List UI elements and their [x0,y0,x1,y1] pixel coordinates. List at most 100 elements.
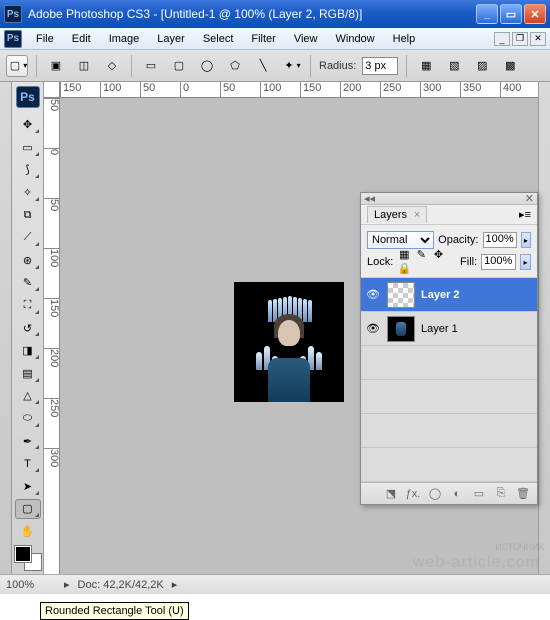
app-icon: Ps [4,5,22,23]
blend-mode-select[interactable]: Normal [367,231,434,249]
fill-pixels-icon[interactable]: ◇ [101,55,123,77]
ruler-vertical[interactable]: 50050100150200250300 [44,98,60,574]
pen-tool[interactable]: ✒ [15,431,41,452]
path-select-tool[interactable]: ➤ [15,476,41,497]
link-icon[interactable]: ⬔ [383,487,399,500]
close-button[interactable]: ✕ [524,4,546,24]
opacity-arrow-icon[interactable]: ▸ [521,232,531,248]
menu-edit[interactable]: Edit [64,31,99,47]
color-swatch[interactable] [15,546,41,570]
stamp-tool[interactable]: ⛶ [15,295,41,316]
menu-window[interactable]: Window [328,31,383,47]
canvas-image [244,292,334,402]
fill-input[interactable]: 100% [481,254,516,270]
opacity-input[interactable]: 100% [483,232,517,248]
lasso-tool[interactable]: ⟆ [15,160,41,181]
layer-row[interactable]: 👁 Layer 2 [361,278,537,312]
line-icon[interactable]: ╲ [252,55,274,77]
layer-name-label: Layer 2 [421,289,460,301]
menu-file[interactable]: File [28,31,62,47]
menu-image[interactable]: Image [101,31,148,47]
layer-thumb-icon[interactable] [387,316,415,342]
right-palette-well[interactable] [538,82,550,574]
mode-add-icon[interactable]: ▧ [443,55,465,77]
heal-tool[interactable]: ⊛ [15,250,41,271]
polygon-icon[interactable]: ⬠ [224,55,246,77]
doc-minimize-button[interactable]: _ [494,32,510,46]
layers-tab-label: Layers [374,209,407,221]
fg-color-icon[interactable] [15,546,31,562]
custom-shape-icon[interactable]: ✦ [280,55,302,77]
ruler-horizontal[interactable]: 15010050050100150200250300350400 [60,82,538,98]
new-layer-icon[interactable]: ⎘ [493,487,509,500]
ruler-origin[interactable] [44,82,60,98]
shape-tool-preset[interactable]: ▢ [6,55,28,77]
eraser-tool[interactable]: ◨ [15,340,41,361]
menu-select[interactable]: Select [195,31,242,47]
lock-pixels-icon[interactable]: ✎ [414,248,428,262]
mode-intersect-icon[interactable]: ▩ [499,55,521,77]
paths-icon[interactable]: ◫ [73,55,95,77]
panel-menu-icon[interactable]: ▸≡ [519,208,531,221]
menu-help[interactable]: Help [385,31,424,47]
marquee-tool[interactable]: ▭ [15,137,41,158]
brush-tool[interactable]: ✎ [15,273,41,294]
left-palette-well[interactable] [0,82,12,574]
radius-input[interactable] [362,57,398,75]
layers-tab[interactable]: Layers × [367,206,427,223]
tab-close-icon[interactable]: × [414,209,420,221]
panel-close-icon[interactable]: ✕ [525,192,534,205]
layer-thumb-icon[interactable] [387,282,415,308]
trash-icon[interactable]: 🗑 [515,487,531,500]
dodge-tool[interactable]: ⬭ [15,408,41,429]
lock-all-icon[interactable]: 🔒 [397,262,411,276]
ps-badge-icon: Ps [4,30,22,48]
mask-icon[interactable]: ◯ [427,487,443,500]
menu-filter[interactable]: Filter [243,31,283,47]
adjust-icon[interactable]: ◐ [449,488,465,500]
fx-icon[interactable]: ƒx. [405,488,421,500]
lock-position-icon[interactable]: ✥ [431,248,445,262]
lock-transparent-icon[interactable]: ▦ [397,248,411,262]
doc-restore-button[interactable]: ❐ [512,32,528,46]
slice-tool[interactable]: ⟋ [15,227,41,248]
group-icon[interactable]: ▭ [471,487,487,500]
history-brush-tool[interactable]: ↺ [15,318,41,339]
window-title: Adobe Photoshop CS3 - [Untitled-1 @ 100%… [28,7,476,21]
wand-tool[interactable]: ✧ [15,182,41,203]
zoom-field[interactable]: 100% [6,579,56,591]
doc-info-arrow-icon[interactable]: ▸ [172,578,178,591]
tool-tooltip: Rounded Rectangle Tool (U) [40,602,189,620]
fill-label: Fill: [460,256,477,268]
lock-label: Lock: [367,256,393,268]
shape-tool[interactable]: ▢ [15,499,41,520]
doc-info: Doc: 42,2K/42,2K [78,579,164,591]
shape-layers-icon[interactable]: ▣ [45,55,67,77]
maximize-button[interactable]: ▭ [500,4,522,24]
mode-create-icon[interactable]: ▦ [415,55,437,77]
gradient-tool[interactable]: ▤ [15,363,41,384]
panel-collapse-icon[interactable]: ◂◂ [364,192,375,205]
menu-layer[interactable]: Layer [149,31,193,47]
minimize-button[interactable]: _ [476,4,498,24]
crop-tool[interactable]: ⧉ [15,205,41,226]
doc-close-button[interactable]: ✕ [530,32,546,46]
visibility-icon[interactable]: 👁 [365,287,381,303]
ellipse-icon[interactable]: ◯ [196,55,218,77]
menu-view[interactable]: View [286,31,326,47]
visibility-icon[interactable]: 👁 [365,321,381,337]
move-tool[interactable]: ✥ [15,114,41,135]
canvas[interactable] [234,282,344,402]
blur-tool[interactable]: △ [15,386,41,407]
zoom-arrow-icon[interactable]: ▸ [64,578,70,591]
rectangle-icon[interactable]: ▭ [140,55,162,77]
layers-panel[interactable]: ◂◂ ✕ Layers × ▸≡ Normal Opacity: 100% ▸ … [360,192,538,505]
mode-subtract-icon[interactable]: ▨ [471,55,493,77]
toolbox-logo-icon: Ps [16,86,40,108]
rounded-rectangle-icon[interactable]: ▢ [168,55,190,77]
layer-name-label: Layer 1 [421,323,458,335]
hand-tool[interactable]: ✋ [15,521,41,542]
fill-arrow-icon[interactable]: ▸ [520,254,531,270]
layer-row[interactable]: 👁 Layer 1 [361,312,537,346]
type-tool[interactable]: T [15,453,41,474]
